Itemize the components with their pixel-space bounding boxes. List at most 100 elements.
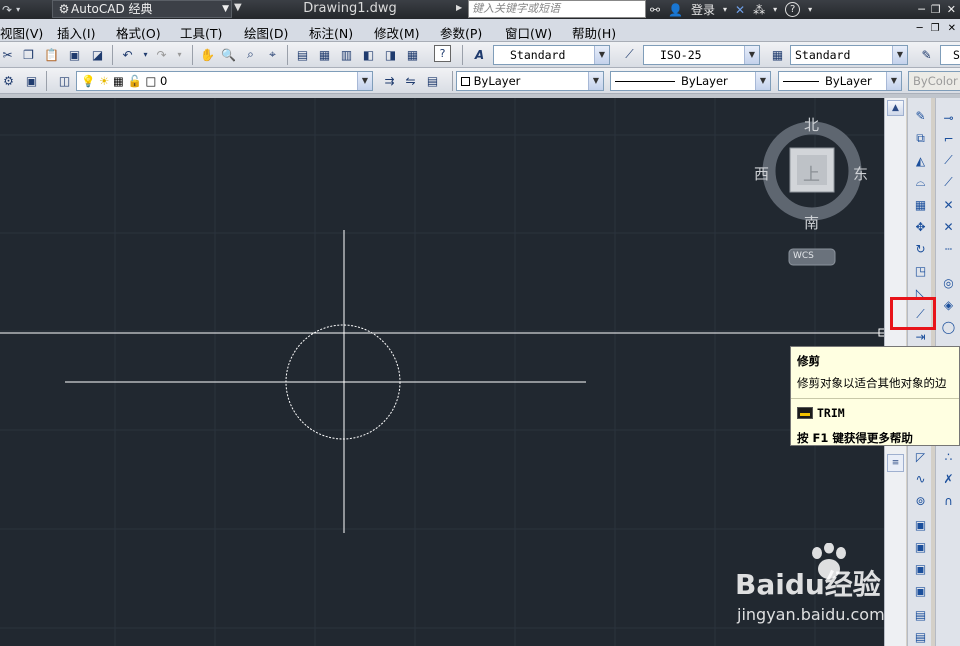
close-icon[interactable]: ✕ (947, 3, 956, 16)
menu-dimension[interactable]: 标注(N) (309, 23, 353, 42)
chevron-down-icon[interactable]: ▾ (723, 5, 727, 14)
snap-quadrant-icon[interactable]: ◈ (939, 295, 958, 314)
menu-tools[interactable]: 工具(T) (180, 23, 222, 42)
copy-object-icon[interactable]: ⧉ (911, 129, 930, 148)
make-current-icon[interactable]: ⇉ (380, 71, 399, 90)
chevron-down-icon[interactable]: ▾ (808, 5, 812, 14)
osnap-settings-icon[interactable]: ∩ (939, 491, 958, 510)
copy-icon[interactable]: ❐ (19, 45, 38, 64)
minimize-icon[interactable]: ─ (918, 3, 925, 16)
explode-icon[interactable]: ⊚ (911, 491, 930, 510)
snap-node-icon[interactable]: ∴ (939, 447, 958, 466)
menu-help[interactable]: 帮助(H) (572, 23, 616, 42)
sheet-set-icon[interactable]: ◧ (359, 45, 378, 64)
linetype-select[interactable]: ByLayer ▼ (610, 71, 771, 91)
menu-insert[interactable]: 插入(I) (57, 23, 95, 42)
spline-edit-icon[interactable]: ∿ (911, 469, 930, 488)
menu-modify[interactable]: 修改(M) (374, 23, 420, 42)
erase-icon[interactable]: ✎ (911, 106, 930, 125)
mirror-icon[interactable]: ◭ (911, 151, 930, 170)
rotate-icon[interactable]: ↻ (911, 239, 930, 258)
draworder-front-icon[interactable]: ▣ (911, 515, 930, 534)
properties-icon[interactable]: ▤ (293, 45, 312, 64)
zoom-realtime-icon[interactable]: 🔍 (219, 45, 238, 64)
snap-extension-icon[interactable]: ┄ (939, 239, 958, 258)
markup-icon[interactable]: ◨ (381, 45, 400, 64)
snap-temp-track-icon[interactable]: ⊸ (939, 108, 958, 127)
gear-icon[interactable]: ⚙ (0, 71, 18, 90)
menu-view[interactable]: 视图(V) (0, 23, 43, 42)
scale-icon[interactable]: ◳ (911, 261, 930, 280)
layer-select[interactable]: 💡 ☀ ▦ 🔓 □ 0 ▼ (76, 71, 373, 91)
minimize-icon[interactable]: ─ (917, 23, 923, 34)
menu-format[interactable]: 格式(O) (116, 23, 161, 42)
exchange-icon[interactable]: ✕ (735, 3, 745, 17)
snap-apparent-icon[interactable]: ✕ (939, 217, 958, 236)
snap-center-icon[interactable]: ◎ (939, 273, 958, 292)
dimension-style-select[interactable]: ISO-25 ▼ (643, 45, 760, 65)
restore-icon[interactable]: ❐ (931, 3, 941, 16)
close-icon[interactable]: ✕ (948, 23, 956, 34)
multileader-style-icon[interactable]: ✎ (917, 45, 936, 64)
redo-icon[interactable]: ↷ (2, 3, 12, 17)
layer-previous-icon[interactable]: ▣ (22, 71, 41, 90)
match-properties-icon[interactable]: ▣ (65, 45, 84, 64)
table-style-icon[interactable]: ▦ (768, 45, 787, 64)
zoom-previous-icon[interactable]: ⌖ (263, 45, 282, 64)
help-icon[interactable]: ? (434, 45, 451, 62)
text-style-icon[interactable]: A (470, 45, 489, 64)
chamfer-icon[interactable]: ◸ (911, 447, 930, 466)
snap-endpoint-icon[interactable]: ⟋ (939, 151, 958, 170)
ucs-menu[interactable]: WCS (793, 251, 814, 261)
network-icon[interactable]: ⁂ (753, 3, 765, 17)
search-input[interactable]: 键入关键字或短语 (468, 0, 646, 18)
layer-properties-icon[interactable]: ◫ (55, 71, 74, 90)
layer-iso-icon[interactable]: ▤ (423, 71, 442, 90)
tool-palettes-icon[interactable]: ▥ (337, 45, 356, 64)
pan-icon[interactable]: ✋ (198, 45, 217, 64)
compass-north[interactable]: 北 (804, 114, 819, 135)
menu-draw[interactable]: 绘图(D) (244, 23, 288, 42)
help-button[interactable]: ? (785, 2, 801, 17)
snap-midpoint-icon[interactable]: ⟋ (939, 173, 958, 192)
move-icon[interactable]: ✥ (911, 217, 930, 236)
table-style-select[interactable]: Standard ▼ (790, 45, 908, 65)
chevron-down-icon[interactable]: ▾ (170, 45, 189, 64)
plotstyle-select[interactable]: ByColor (908, 71, 960, 91)
login-button[interactable]: 登录 (691, 1, 715, 18)
menu-window[interactable]: 窗口(W) (505, 23, 552, 42)
zoom-window-icon[interactable]: ⌕ (241, 45, 260, 64)
chevron-down-icon[interactable]: ▾ (773, 5, 777, 14)
block-editor-icon[interactable]: ◪ (88, 45, 107, 64)
compass-south[interactable]: 南 (804, 212, 819, 233)
menu-parametric[interactable]: 参数(P) (440, 23, 482, 42)
dimension-style-icon[interactable]: ⟋ (620, 45, 639, 64)
scroll-up-icon[interactable]: ▲ (887, 100, 904, 116)
array-icon[interactable]: ▦ (911, 195, 930, 214)
paste-icon[interactable]: 📋 (42, 45, 61, 64)
viewcube[interactable] (762, 121, 862, 266)
snap-tangent-icon[interactable]: ◯ (939, 317, 958, 336)
quickcalc-icon[interactable]: ▦ (403, 45, 422, 64)
snap-none-icon[interactable]: ✗ (939, 469, 958, 488)
scroll-thumb[interactable]: ≡ (887, 454, 904, 472)
chevron-right-icon[interactable]: ▶ (456, 3, 462, 12)
layer-states-icon[interactable]: ⇋ (401, 71, 420, 90)
design-center-icon[interactable]: ▦ (315, 45, 334, 64)
workspace-select[interactable]: ⚙ AutoCAD 经典 ▼ (52, 0, 232, 18)
redo-icon[interactable]: ↷ (152, 45, 171, 64)
restore-icon[interactable]: ❐ (931, 23, 940, 34)
chevron-down-icon[interactable]: ▾ (16, 5, 20, 14)
cut-icon[interactable]: ✂ (0, 45, 17, 64)
user-icon[interactable]: 👤 (668, 3, 683, 17)
offset-icon[interactable]: ⌓ (911, 173, 930, 192)
compass-west[interactable]: 西 (754, 163, 769, 184)
multileader-style-select[interactable]: S (940, 45, 960, 65)
text-style-select[interactable]: Standard ▼ (493, 45, 610, 65)
lineweight-select[interactable]: ByLayer ▼ (778, 71, 902, 91)
viewcube-face-top[interactable]: 上 (803, 160, 820, 185)
color-select[interactable]: ByLayer ▼ (456, 71, 604, 91)
undo-icon[interactable]: ↶ (118, 45, 137, 64)
snap-from-icon[interactable]: ⌐ (939, 129, 958, 148)
snap-intersection-icon[interactable]: ✕ (939, 195, 958, 214)
